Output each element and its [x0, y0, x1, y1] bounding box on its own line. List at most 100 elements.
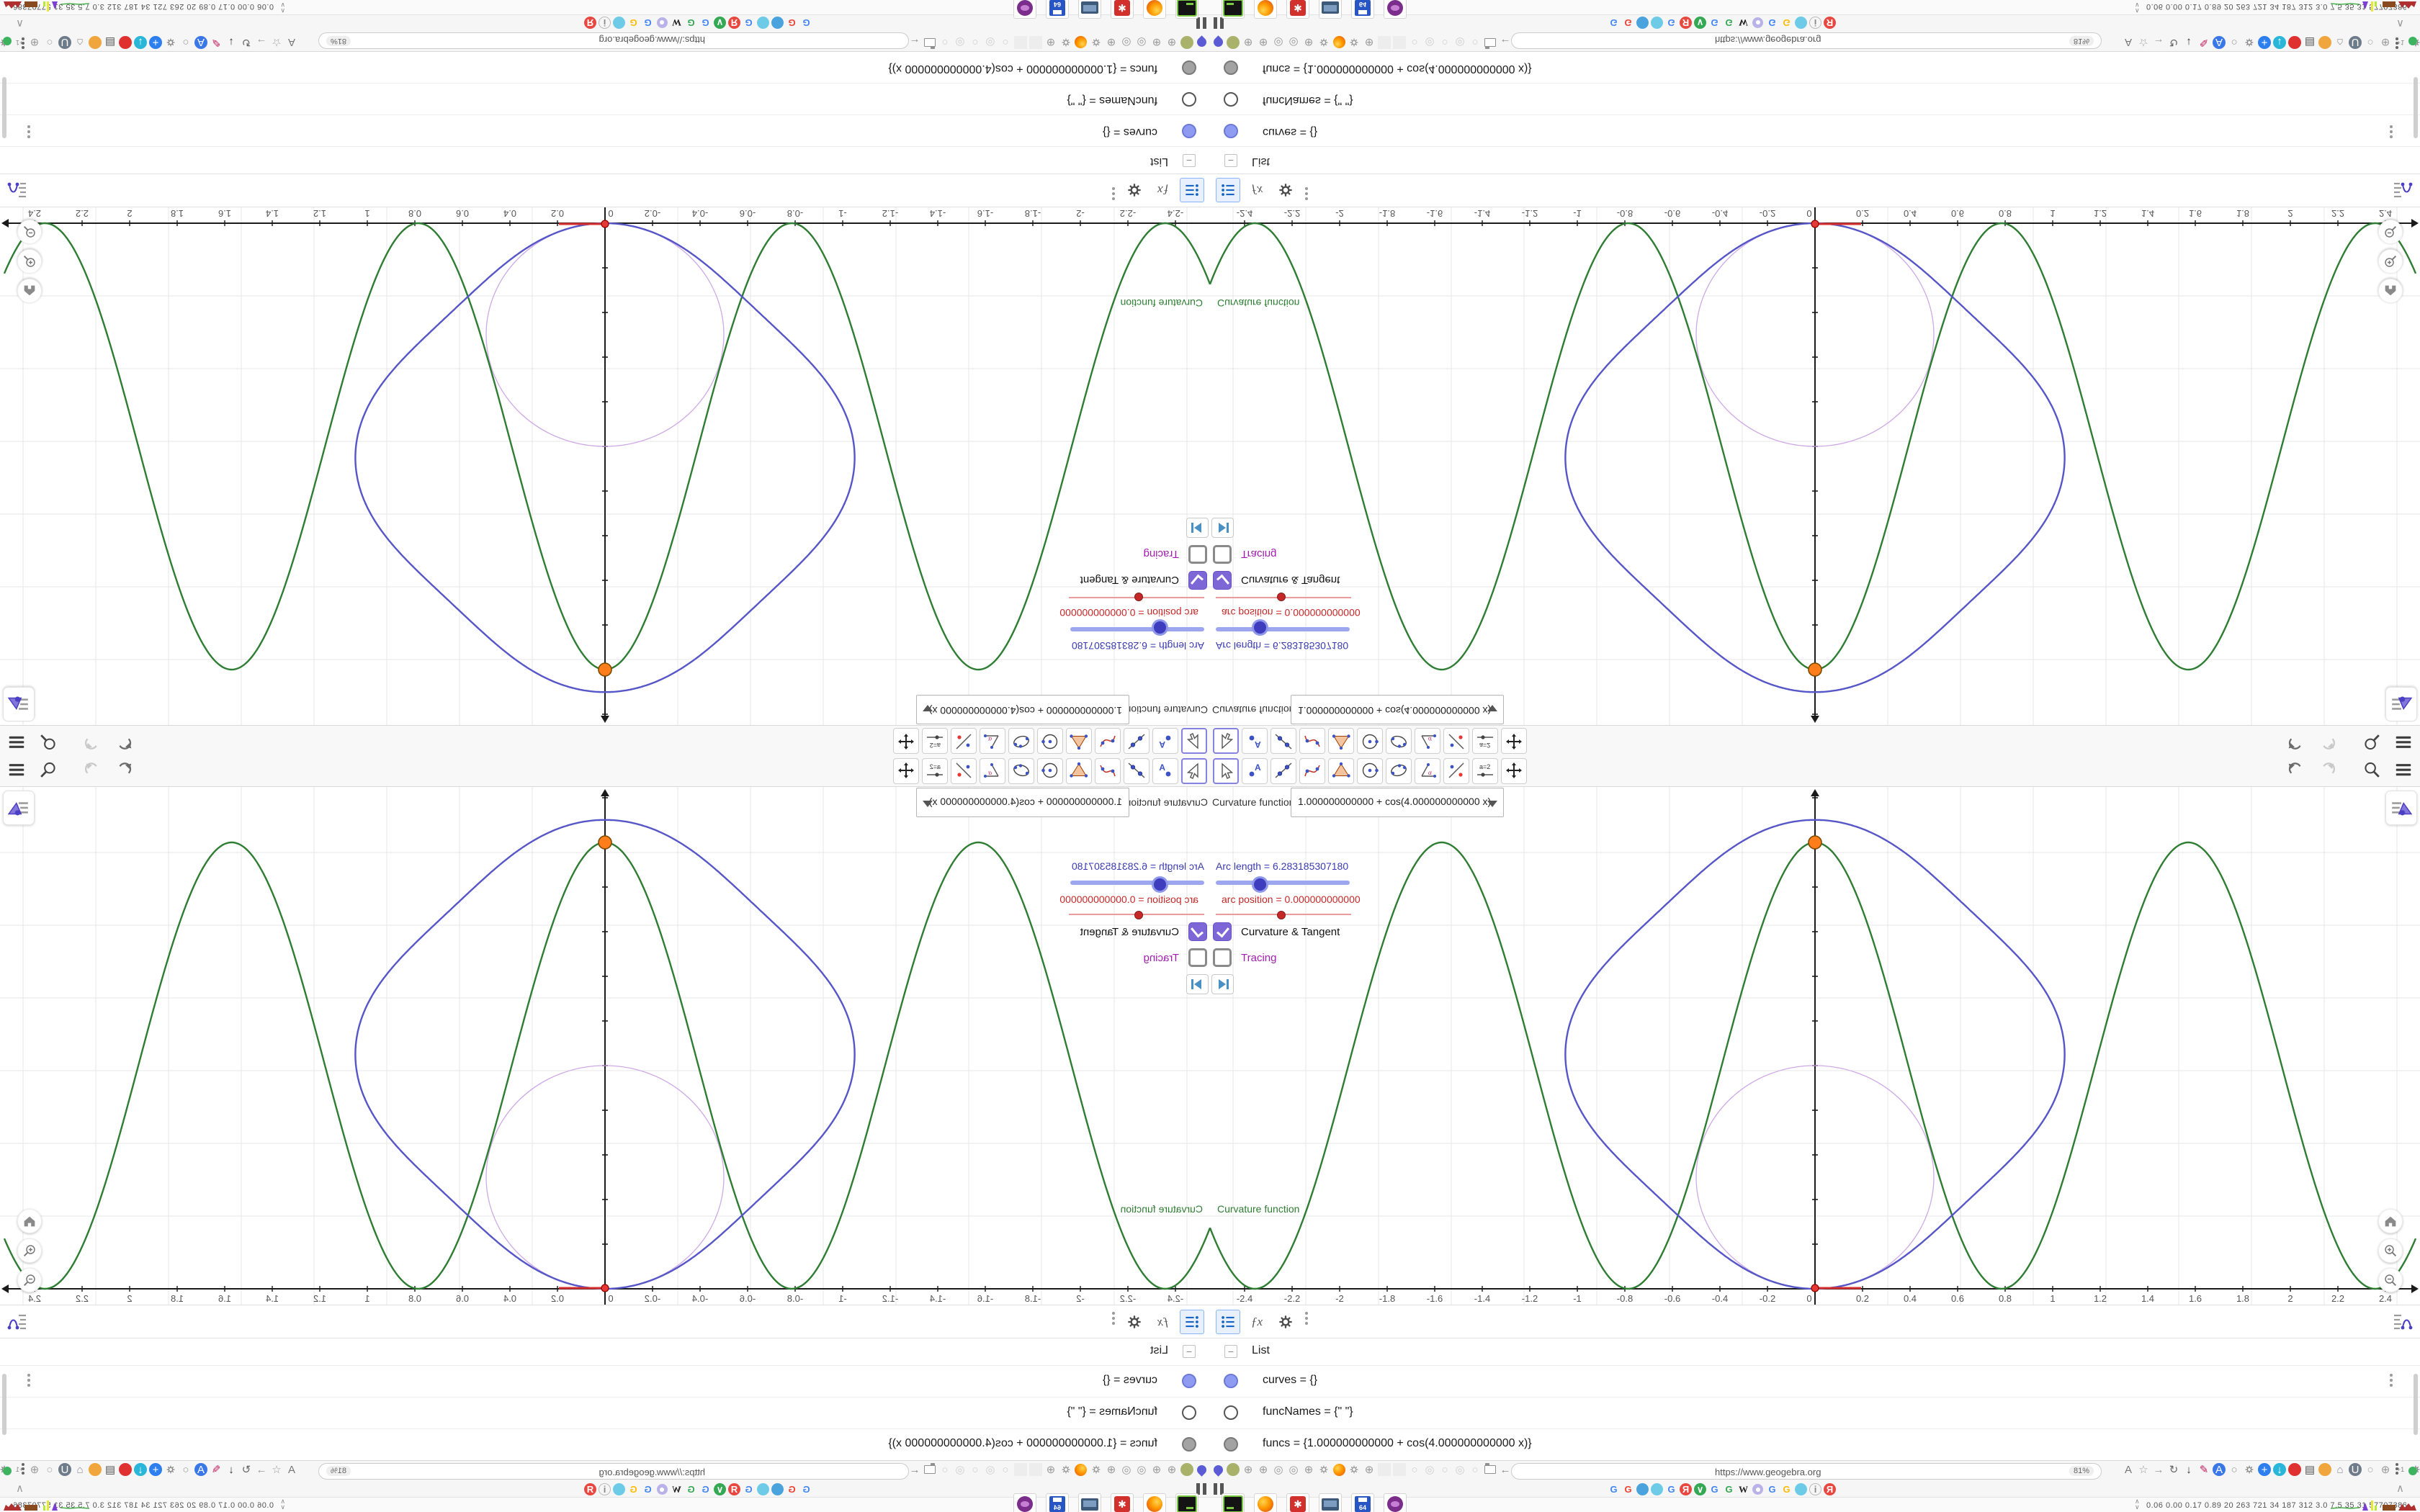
star-icon[interactable]: ☆ — [2137, 1463, 2150, 1476]
tool-polygon-button[interactable] — [1328, 758, 1354, 784]
ghost-circle-icon[interactable]: ○ — [938, 36, 951, 49]
chevron-up-icon[interactable]: ∧ — [16, 17, 24, 30]
menu-button[interactable] — [6, 760, 27, 781]
ghost-circle-icon[interactable]: ○ — [1469, 36, 1482, 49]
wave-favicon[interactable]: ∨ — [1694, 1483, 1706, 1495]
settings-gear-button[interactable] — [1273, 1310, 1298, 1334]
ghost-circle-icon[interactable]: ○ — [999, 36, 1012, 49]
collapse-list-button[interactable]: − — [1183, 1345, 1196, 1358]
trash-icon[interactable]: ▤ — [2303, 36, 2316, 49]
redo-button[interactable] — [82, 731, 104, 752]
chevron-down-icon[interactable] — [923, 705, 933, 711]
tool-point-button[interactable] — [1242, 758, 1268, 784]
collapse-list-button[interactable]: − — [1183, 154, 1196, 167]
tool-reflect-button[interactable] — [1443, 728, 1469, 754]
gauge-icon[interactable]: ◎ — [1120, 36, 1133, 49]
globe-gray-icon[interactable]: ⊕ — [2379, 1463, 2392, 1476]
visibility-marble[interactable] — [1182, 92, 1196, 107]
gear-icon[interactable] — [1348, 1463, 1361, 1476]
wrench-icon[interactable] — [1090, 36, 1103, 49]
downloader-icon[interactable]: ↓ — [2273, 1463, 2286, 1476]
colorful-globe-icon[interactable] — [89, 1463, 102, 1476]
arc-position-point[interactable] — [1811, 1284, 1819, 1292]
ghost-circle-icon[interactable]: ◎ — [984, 1463, 997, 1476]
tool-curve-button[interactable] — [1299, 758, 1325, 784]
firefox-app-icon[interactable] — [1143, 1493, 1166, 1512]
wave-favicon[interactable]: ∨ — [714, 17, 726, 29]
curvature-value-point[interactable] — [598, 662, 612, 677]
ghost-circle-icon[interactable]: ◎ — [954, 1463, 967, 1476]
sphere-favicon[interactable] — [1795, 1483, 1807, 1495]
algebra-row-funcs[interactable]: funcs = {1.000000000000 + cos(4.00000000… — [0, 51, 1210, 83]
placeholder-icon[interactable] — [1378, 1463, 1391, 1476]
arc-length-slider-thumb[interactable] — [1252, 619, 1268, 636]
search-button[interactable] — [37, 760, 59, 781]
tool-line-button[interactable] — [1270, 758, 1296, 784]
undo-button[interactable] — [114, 731, 135, 752]
tool-ellipse-button[interactable] — [1386, 728, 1412, 754]
colorful-globe-icon[interactable] — [2318, 36, 2331, 49]
wrench-icon[interactable] — [1317, 36, 1330, 49]
ghost-circle-icon[interactable]: ◎ — [984, 36, 997, 49]
google-favicon[interactable]: G — [1608, 1483, 1620, 1495]
red-dot-extension-icon[interactable] — [119, 1463, 132, 1476]
sphere-favicon[interactable] — [771, 17, 784, 29]
arc-position-point[interactable] — [601, 220, 609, 228]
ghost-circle-icon[interactable]: ○ — [1408, 1463, 1421, 1476]
ghost-circle-icon[interactable]: ○ — [969, 36, 982, 49]
stats-toggle-icon[interactable]: ∧ ∨ — [2135, 1, 2140, 14]
globe-icon[interactable]: ⊕ — [1150, 1463, 1163, 1476]
redo-button[interactable] — [82, 760, 104, 781]
gauge-icon[interactable]: ◎ — [1135, 36, 1148, 49]
globe-icon[interactable]: ⊕ — [1363, 1463, 1376, 1476]
graphics-stylebar-button[interactable] — [3, 791, 35, 825]
firefox-icon[interactable] — [1332, 36, 1345, 49]
globe-icon[interactable]: ⊕ — [1302, 36, 1315, 49]
graphics-stylebar-button[interactable] — [3, 687, 35, 721]
wrench-icon[interactable] — [1317, 1463, 1330, 1476]
browser-menu-kebab[interactable] — [17, 42, 29, 45]
globe-gray-icon[interactable]: ⊕ — [2379, 36, 2392, 49]
sphere-favicon[interactable] — [1795, 17, 1807, 29]
star-icon[interactable]: ☆ — [270, 1463, 283, 1476]
browser-menu-kebab[interactable] — [2391, 42, 2403, 45]
globe-icon[interactable]: ⊕ — [1150, 36, 1163, 49]
yandex-favicon[interactable]: Я — [728, 1483, 740, 1495]
olive-extension-icon[interactable] — [1180, 1463, 1193, 1476]
wave-favicon[interactable]: ∨ — [714, 1483, 726, 1495]
scrollbar-thumb[interactable] — [2414, 1374, 2418, 1435]
tool-circle-button[interactable] — [1037, 758, 1063, 784]
visibility-marble[interactable] — [1182, 1374, 1196, 1388]
placeholder-icon[interactable] — [1029, 1463, 1042, 1476]
function-combobox[interactable]: 1.000000000000 + cos(4.000000000000 x) — [916, 788, 1129, 817]
settings-app-icon[interactable]: ✱ — [1286, 0, 1309, 19]
algebra-view-toggle[interactable] — [1216, 1310, 1240, 1334]
tool-curve-button[interactable] — [1095, 728, 1121, 754]
tool-point-button[interactable] — [1242, 728, 1268, 754]
gauge-icon[interactable]: ◎ — [1287, 1463, 1300, 1476]
download-icon[interactable]: ↓ — [2182, 36, 2195, 49]
graphics-stylebar-button[interactable] — [2385, 791, 2417, 825]
olive-extension-icon[interactable] — [1180, 36, 1193, 49]
mask-app-icon[interactable] — [1013, 0, 1036, 19]
curvature-value-point[interactable] — [1808, 835, 1822, 850]
ghost-circle-icon[interactable]: ◎ — [954, 36, 967, 49]
zoom-out-button[interactable] — [17, 220, 42, 244]
row-kebab-icon[interactable] — [2390, 1379, 2393, 1382]
wikipedia-favicon[interactable]: W — [671, 17, 683, 29]
arc-length-slider-thumb[interactable] — [1152, 619, 1168, 636]
settings-gear-button[interactable] — [1273, 178, 1298, 202]
algebra-stylebar-button[interactable] — [2388, 1308, 2417, 1336]
download-icon[interactable]: ↓ — [2182, 1463, 2195, 1476]
google-favicon[interactable]: G — [1723, 1483, 1735, 1495]
terminal-app-icon[interactable] — [1222, 0, 1245, 19]
mouse-icon[interactable]: ○ — [179, 1463, 192, 1476]
location-pin-icon[interactable] — [1195, 35, 1209, 50]
search-button[interactable] — [37, 731, 59, 752]
url-bar[interactable]: https://www.geogebra.org 81% — [318, 1463, 909, 1480]
info-favicon[interactable]: i — [1809, 1483, 1821, 1495]
red-dot-extension-icon[interactable] — [119, 36, 132, 49]
algebra-header-kebab[interactable] — [1305, 192, 1308, 195]
marker-icon[interactable]: ✎ — [2197, 1463, 2210, 1476]
algebra-row-curves[interactable]: curves = {} — [1210, 1366, 2420, 1398]
